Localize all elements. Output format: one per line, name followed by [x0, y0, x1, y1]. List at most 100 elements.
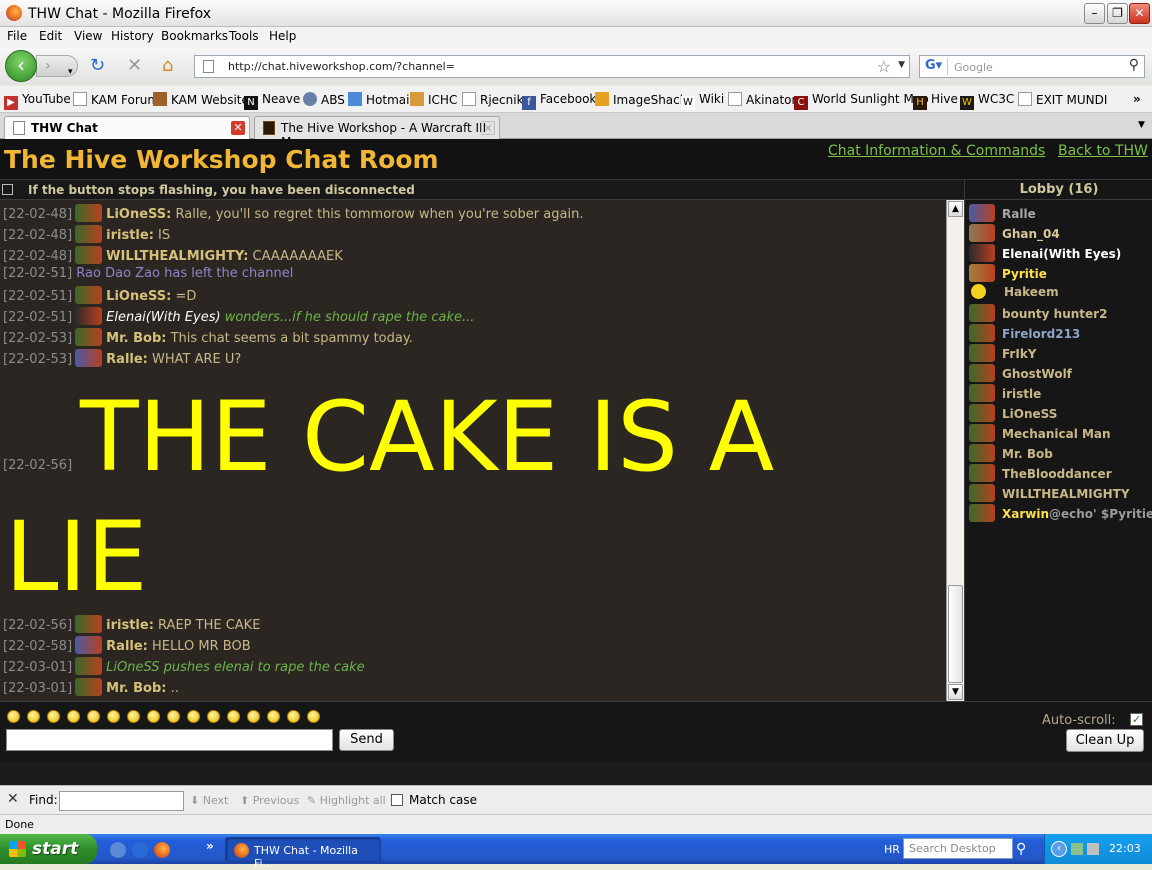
tab-close-icon[interactable]: ✕: [231, 121, 245, 135]
close-button[interactable]: ✕: [1129, 3, 1150, 24]
back-button[interactable]: ‹: [5, 50, 37, 82]
user-item[interactable]: iristle: [969, 384, 1041, 404]
bookmark-rjecnik[interactable]: Rjecnik: [462, 92, 524, 107]
menu-edit[interactable]: Edit: [39, 29, 62, 43]
tab-thw-chat[interactable]: THW Chat ✕: [4, 116, 250, 139]
bookmark-youtube[interactable]: ▶ YouTube: [4, 92, 71, 110]
autoscroll-checkbox[interactable]: ✓: [1130, 713, 1143, 726]
smiley-icon[interactable]: [107, 710, 120, 723]
quicklaunch-desktop-icon[interactable]: [110, 842, 126, 858]
bookmarks-overflow-icon[interactable]: »: [1133, 92, 1141, 106]
bookmark-exit-mundi[interactable]: EXIT MUNDI: [1018, 92, 1107, 107]
reload-icon[interactable]: ↻: [90, 57, 105, 75]
google-engine-icon[interactable]: G▾: [922, 58, 948, 75]
close-find-icon[interactable]: ✕: [7, 791, 19, 807]
smiley-icon[interactable]: [7, 710, 20, 723]
quicklaunch-firefox-icon[interactable]: [154, 842, 170, 858]
user-item[interactable]: bounty hunter2: [969, 304, 1107, 324]
bookmark-wc3c[interactable]: W WC3C: [960, 92, 1014, 110]
menu-history[interactable]: History: [111, 29, 154, 43]
user-item[interactable]: LiOneSS: [969, 404, 1057, 424]
bookmark-hive[interactable]: H Hive: [913, 92, 958, 110]
chat-scrollbar[interactable]: ▲ ▼: [946, 200, 964, 701]
user-item[interactable]: TheBlooddancer: [969, 464, 1112, 484]
nickname[interactable]: LiOneSS:: [106, 207, 171, 222]
user-item[interactable]: GhostWolf: [969, 364, 1072, 384]
smiley-icon[interactable]: [47, 710, 60, 723]
find-next-button[interactable]: ⬇ Next: [190, 794, 228, 807]
bookmark-hotmail[interactable]: Hotmail: [348, 92, 413, 107]
highlight-all-button[interactable]: ✎ Highlight all: [307, 794, 386, 807]
smiley-icon[interactable]: [287, 710, 300, 723]
user-item[interactable]: Ghan_04: [969, 224, 1060, 244]
menu-tools[interactable]: Tools: [229, 29, 259, 43]
bookmark-kam-website[interactable]: KAM Website: [153, 92, 249, 107]
smiley-icon[interactable]: [307, 710, 320, 723]
scroll-down-icon[interactable]: ▼: [948, 684, 963, 700]
find-input[interactable]: [59, 791, 184, 811]
bookmark-akinator[interactable]: Akinator: [728, 92, 796, 107]
smiley-icon[interactable]: [167, 710, 180, 723]
tray-network-icon[interactable]: [1071, 843, 1083, 855]
bookmark-neave[interactable]: N Neave: [244, 92, 300, 110]
smiley-icon[interactable]: [267, 710, 280, 723]
user-item[interactable]: Firelord213: [969, 324, 1080, 344]
smiley-icon[interactable]: [207, 710, 220, 723]
send-button[interactable]: Send: [339, 729, 394, 751]
nickname[interactable]: Elenai(With Eyes): [106, 310, 220, 325]
bookmark-ichc[interactable]: ICHC: [410, 92, 457, 107]
find-previous-button[interactable]: ⬆ Previous: [240, 794, 299, 807]
user-item[interactable]: Ralle: [969, 204, 1036, 224]
tab-list-icon[interactable]: ▼: [1138, 120, 1145, 130]
url-bar[interactable]: http://chat.hiveworkshop.com/?channel= ☆…: [194, 55, 910, 78]
user-item[interactable]: WILLTHEALMIGHTY: [969, 484, 1130, 504]
user-item[interactable]: Hakeem: [969, 284, 1059, 304]
quicklaunch-ie-icon[interactable]: [132, 842, 148, 858]
bookmark-wiki[interactable]: W Wiki: [681, 92, 724, 110]
user-item[interactable]: Pyritie: [969, 264, 1047, 284]
nickname[interactable]: LiOneSS:: [106, 289, 171, 304]
user-item[interactable]: FrIkY: [969, 344, 1036, 364]
nickname[interactable]: iristle:: [106, 228, 154, 243]
back-to-thw-link[interactable]: Back to THW: [1058, 143, 1148, 159]
bookmark-facebook[interactable]: f Facebook: [522, 92, 596, 110]
menu-help[interactable]: Help: [269, 29, 296, 43]
nickname[interactable]: Mr. Bob:: [106, 681, 166, 696]
bookmark-imageshack[interactable]: ImageShack: [595, 92, 687, 107]
user-item[interactable]: Xarwin@echo' $Pyritie': [969, 504, 1152, 524]
match-case-checkbox[interactable]: [391, 794, 403, 806]
desktop-search-input[interactable]: Search Desktop: [903, 838, 1013, 859]
user-item[interactable]: Mechanical Man: [969, 424, 1111, 444]
tab-close-icon[interactable]: ✕: [481, 121, 495, 135]
chat-input[interactable]: [6, 729, 333, 751]
tray-collapse-icon[interactable]: ‹: [1051, 841, 1067, 857]
desktop-search-icon[interactable]: ⚲: [1016, 841, 1026, 857]
tab-hive-workshop[interactable]: The Hive Workshop - A Warcraft III Mo...…: [254, 116, 500, 149]
chat-info-link[interactable]: Chat Information & Commands: [828, 143, 1045, 159]
start-button[interactable]: start: [0, 834, 97, 864]
maximize-button[interactable]: ❐: [1107, 3, 1128, 24]
history-dropdown-icon[interactable]: ▾: [68, 63, 73, 81]
scroll-thumb[interactable]: [948, 585, 963, 683]
search-icon[interactable]: ⚲: [1129, 57, 1139, 73]
bookmark-kam-forum[interactable]: KAM Forum: [73, 92, 159, 107]
search-bar[interactable]: G▾ Google ⚲: [919, 55, 1145, 78]
cleanup-button[interactable]: Clean Up: [1066, 729, 1144, 752]
quicklaunch-overflow-icon[interactable]: »: [206, 839, 214, 853]
minimize-button[interactable]: –: [1084, 3, 1105, 24]
smiley-icon[interactable]: [67, 710, 80, 723]
url-dropdown-icon[interactable]: ▼: [898, 60, 905, 70]
smiley-icon[interactable]: [187, 710, 200, 723]
smiley-icon[interactable]: [87, 710, 100, 723]
menu-file[interactable]: File: [7, 29, 27, 43]
smiley-icon[interactable]: [227, 710, 240, 723]
bookmark-abs[interactable]: ABS: [303, 92, 345, 107]
smiley-icon[interactable]: [247, 710, 260, 723]
nickname[interactable]: Ralle:: [106, 639, 148, 654]
nickname[interactable]: iristle:: [106, 618, 154, 633]
taskbar-item-firefox[interactable]: THW Chat - Mozilla Fi...: [225, 837, 381, 870]
smiley-icon[interactable]: [147, 710, 160, 723]
scroll-up-icon[interactable]: ▲: [948, 201, 963, 217]
user-item[interactable]: Mr. Bob: [969, 444, 1053, 464]
language-indicator[interactable]: HR: [884, 843, 900, 856]
